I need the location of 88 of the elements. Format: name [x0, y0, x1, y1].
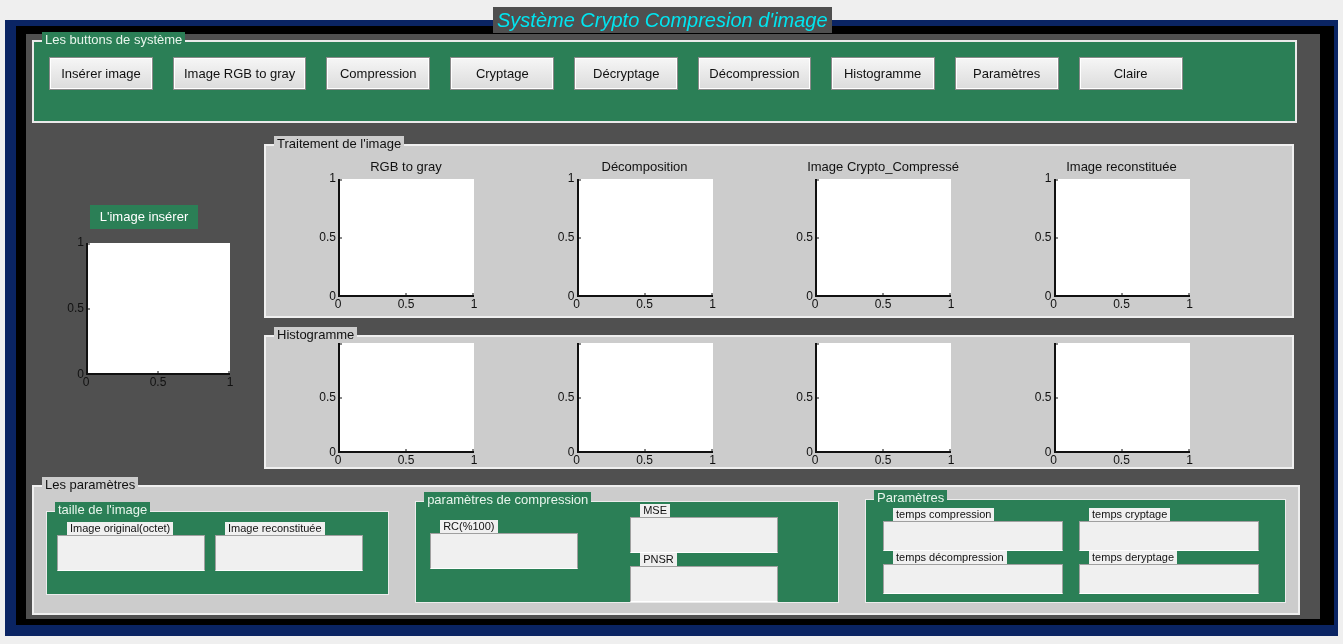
axes-title: Image Crypto_Compressé — [807, 160, 959, 173]
action-button[interactable]: Claire — [1078, 57, 1183, 90]
group-title: taille de l'image — [55, 502, 151, 518]
tick-label: 0.5 — [1113, 454, 1130, 467]
tick-label: 0 — [77, 368, 84, 380]
field-label: RC(%100) — [440, 520, 498, 533]
tick-label: 0.5 — [1113, 298, 1130, 310]
field-label: temps décompression — [893, 551, 1007, 564]
action-button[interactable]: Image RGB to gray — [173, 57, 307, 90]
output-field[interactable] — [430, 533, 579, 569]
action-button[interactable]: Histogramme — [830, 57, 935, 90]
tick-label: 0.5 — [319, 231, 336, 243]
action-button[interactable]: Paramètres — [954, 57, 1059, 90]
tick-label: 1 — [77, 236, 84, 248]
tick-label: 1 — [947, 298, 955, 310]
panel-title: Histogramme — [274, 327, 358, 344]
action-button[interactable]: Insérer image — [49, 57, 153, 90]
tick-label: 1 — [470, 454, 478, 467]
tick-label: 0 — [1044, 290, 1052, 302]
output-field[interactable] — [215, 535, 363, 571]
tick-label: 0 — [329, 290, 336, 302]
tick-label: 0 — [1050, 298, 1057, 310]
tick-label: 1 — [470, 298, 478, 310]
action-button[interactable]: Décryptage — [574, 57, 679, 90]
tick-label: 0 — [806, 290, 813, 302]
tick-label: 1 — [947, 454, 955, 467]
tick-label: 0 — [567, 290, 575, 302]
tick-label: 0 — [573, 298, 580, 310]
tick-label: 0.5 — [796, 231, 813, 243]
tick-label: 0.5 — [874, 454, 892, 467]
output-field[interactable] — [57, 535, 205, 571]
tick-label: 0 — [811, 298, 819, 310]
tick-label: 1 — [1186, 454, 1193, 467]
tick-label: 1 — [709, 454, 716, 467]
tick-label: 0.5 — [67, 302, 84, 314]
panel-title: Les buttons de système — [42, 32, 186, 48]
action-button[interactable]: Cryptage — [450, 57, 555, 90]
panel-title: Traitement de l'image — [274, 136, 405, 152]
tick-label: 0 — [334, 454, 342, 467]
output-field[interactable] — [883, 521, 1064, 551]
output-field[interactable] — [1079, 521, 1260, 551]
tick-label: 0.5 — [636, 298, 653, 310]
action-button[interactable]: Décompression — [698, 57, 811, 90]
tick-label: 0 — [1044, 446, 1052, 459]
panel-title: Les paramètres — [42, 477, 139, 493]
output-field[interactable] — [883, 564, 1064, 594]
action-button[interactable]: Compression — [326, 57, 431, 90]
tick-label: 1 — [709, 298, 716, 310]
tick-label: 0 — [806, 446, 813, 459]
tick-label: 0.5 — [796, 391, 813, 404]
tick-label: 0 — [811, 454, 819, 467]
field-label: temps deryptage — [1089, 551, 1177, 564]
field-label: MSE — [640, 504, 670, 517]
tick-label: 0.5 — [149, 376, 167, 388]
tick-label: 0.5 — [557, 391, 575, 404]
tick-label: 0.5 — [397, 298, 415, 310]
tick-label: 1 — [226, 376, 234, 388]
output-field[interactable] — [630, 566, 779, 602]
tick-label: 1 — [567, 172, 575, 184]
tick-label: 0.5 — [557, 231, 575, 243]
output-field[interactable] — [630, 517, 779, 553]
group-title: paramètres de compression — [424, 492, 592, 508]
field-label: PNSR — [640, 553, 677, 566]
tick-label: 0 — [334, 298, 342, 310]
image-label: L'image insérer — [89, 205, 199, 229]
output-field[interactable] — [1079, 564, 1260, 594]
tick-label: 0 — [567, 446, 575, 459]
tick-label: 0.5 — [1034, 231, 1052, 243]
axes-title: Image reconstituée — [1066, 160, 1177, 173]
tick-label: 0 — [573, 454, 580, 467]
field-label: Image reconstituée — [225, 522, 325, 535]
tick-label: 1 — [1044, 172, 1052, 184]
field-label: temps compression — [893, 508, 995, 521]
tick-label: 0.5 — [1034, 391, 1052, 404]
tick-label: 0 — [82, 376, 90, 388]
window-title: Système Crypto Compresion d'image — [493, 7, 832, 33]
axes-title: Décomposition — [601, 160, 688, 173]
axes-title: RGB to gray — [370, 160, 442, 173]
field-label: temps cryptage — [1089, 508, 1171, 521]
field-label: Image original(octet) — [67, 522, 174, 535]
tick-label: 1 — [1186, 298, 1193, 310]
tick-label: 0.5 — [874, 298, 892, 310]
tick-label: 0 — [329, 446, 336, 459]
tick-label: 0.5 — [636, 454, 653, 467]
tick-label: 0 — [1050, 454, 1057, 467]
tick-label: 0.5 — [319, 391, 336, 404]
tick-label: 0.5 — [397, 454, 415, 467]
tick-label: 1 — [329, 172, 336, 184]
